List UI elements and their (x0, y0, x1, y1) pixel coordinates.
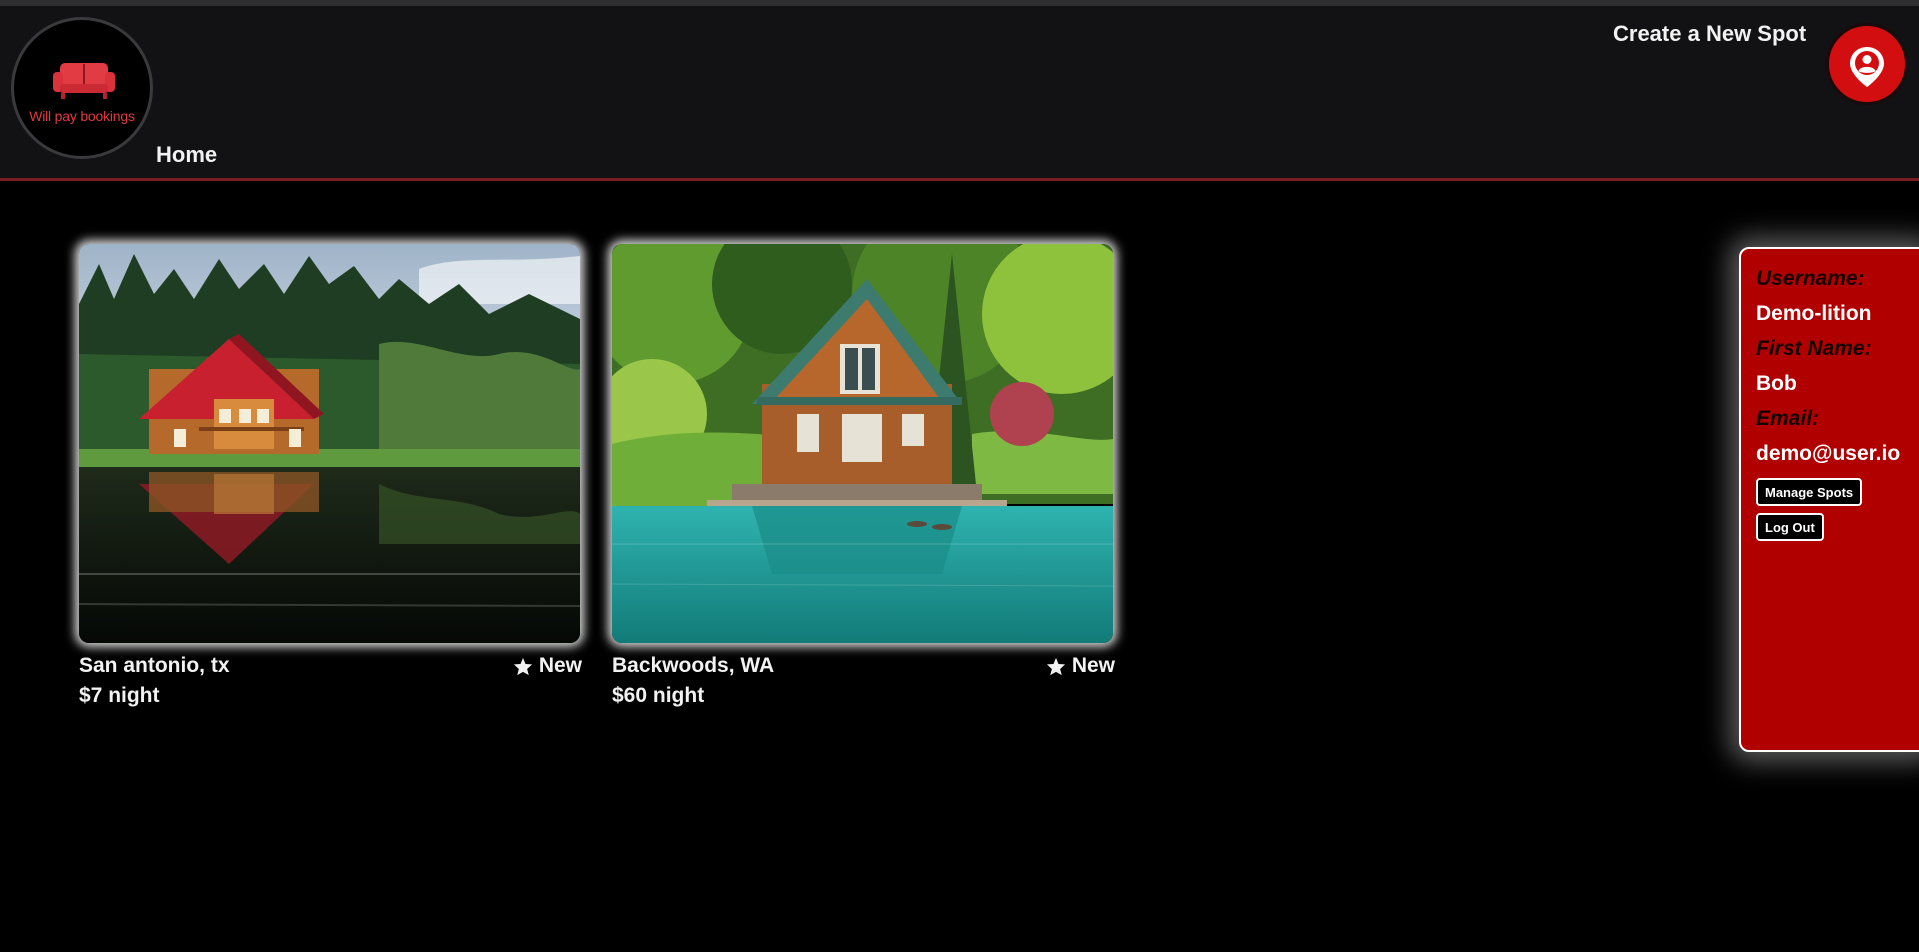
spot-card[interactable]: Backwoods, WA New $60 night (612, 244, 1115, 707)
spot-price: $60 night (612, 684, 705, 707)
spot-location: San antonio, tx (79, 654, 230, 677)
profile-menu-button[interactable] (1826, 23, 1908, 105)
create-spot-link[interactable]: Create a New Spot (1613, 21, 1806, 47)
star-icon (1046, 657, 1065, 675)
star-icon (513, 657, 532, 675)
spot-image[interactable] (79, 244, 580, 643)
first-name-value: Bob (1756, 372, 1797, 395)
email-label: Email: (1756, 407, 1820, 430)
couch-icon (52, 60, 116, 105)
user-location-pin-icon (1850, 47, 1884, 87)
email-value: demo@user.io (1756, 442, 1901, 465)
spot-location: Backwoods, WA (612, 654, 775, 677)
profile-dropdown: Username: Demo-lition First Name: Bob Em… (1739, 247, 1919, 752)
manage-spots-button[interactable]: Manage Spots (1756, 478, 1863, 506)
spot-card[interactable]: San antonio, tx New $7 night (79, 244, 582, 707)
first-name-label: First Name: (1756, 337, 1872, 360)
logout-button[interactable]: Log Out (1756, 513, 1824, 541)
site-header: Will pay bookings Home Create a New Spot (0, 6, 1919, 181)
nav-home-link[interactable]: Home (156, 142, 217, 168)
logo-text: Will pay bookings (29, 108, 135, 124)
username-value: Demo-lition (1756, 302, 1872, 325)
spot-price: $7 night (79, 684, 160, 707)
spot-rating-text: New (538, 654, 582, 677)
username-label: Username: (1756, 267, 1865, 290)
home-logo[interactable]: Will pay bookings (11, 17, 153, 159)
spot-image[interactable] (612, 244, 1113, 643)
spot-rating-text: New (1071, 654, 1115, 677)
spot-rating: New (513, 654, 582, 678)
spot-rating: New (1046, 654, 1115, 678)
